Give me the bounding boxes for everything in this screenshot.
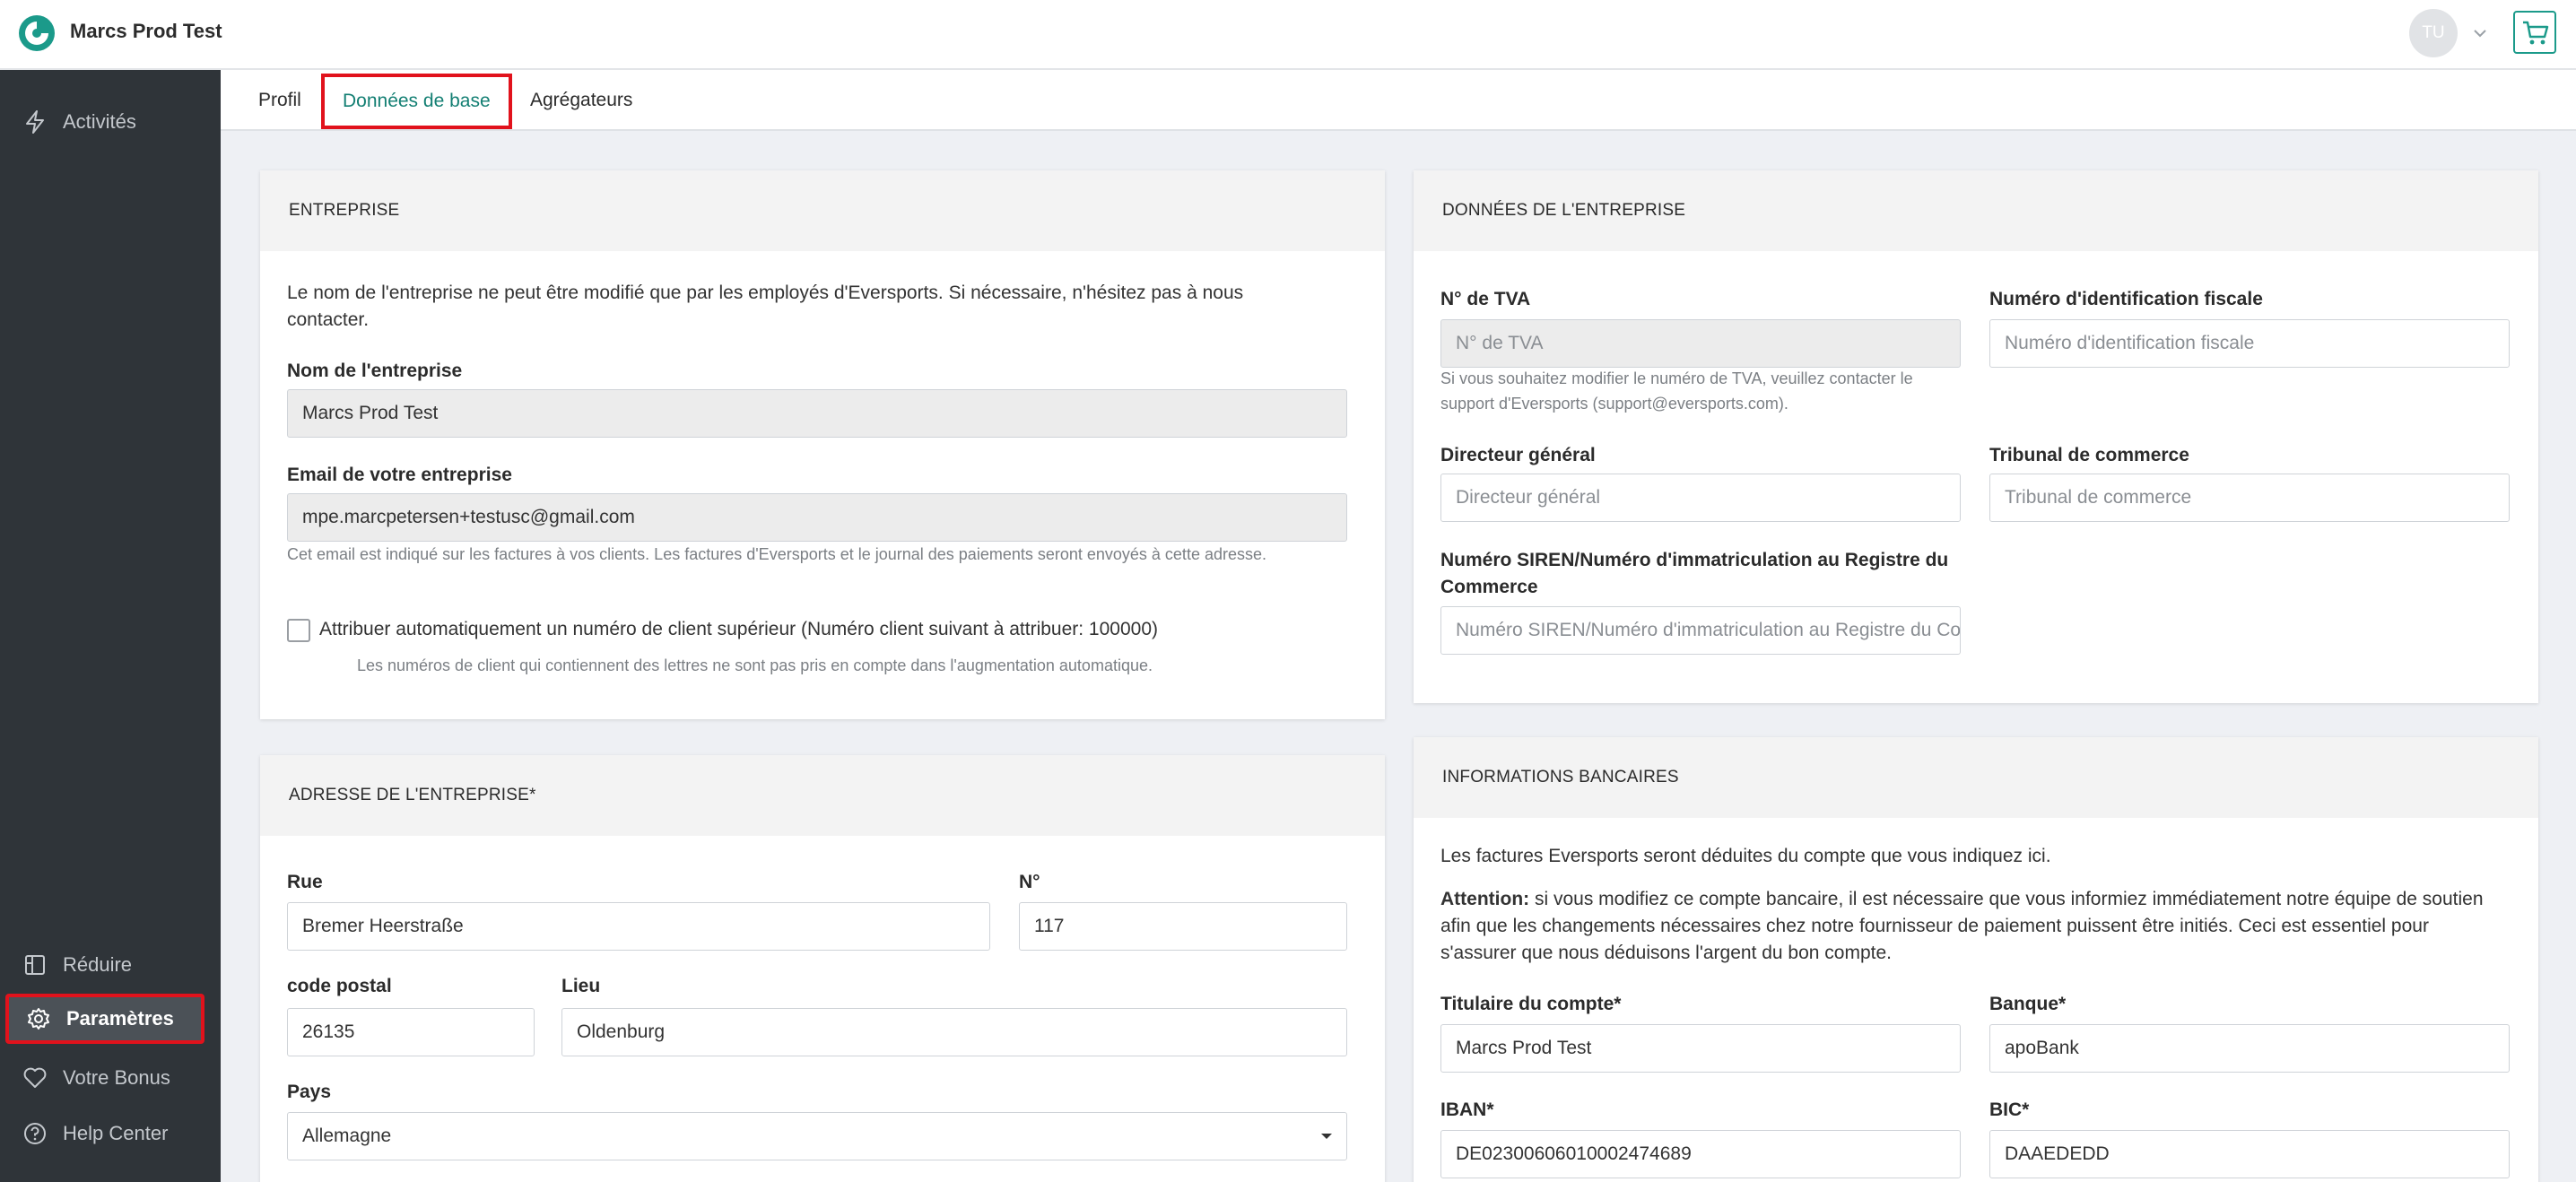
company-notice: Le nom de l'entreprise ne peut être modi…: [287, 282, 1244, 330]
gear-icon: [25, 1005, 52, 1032]
bic-label: BIC*: [1989, 1099, 2030, 1120]
account-holder-label: Titulaire du compte*: [1440, 994, 1622, 1014]
bic-input[interactable]: DAAEDEDD: [1989, 1130, 2510, 1178]
bank-name-label: Banque*: [1989, 994, 2067, 1014]
commercial-court-input[interactable]: [1989, 474, 2510, 522]
ceo-label: Directeur général: [1440, 445, 1596, 465]
sidebar-item-help-center[interactable]: Help Center: [0, 1108, 221, 1159]
tax-id-label: Numéro d'identification fiscale: [1989, 289, 2263, 309]
company-email-help: Cet email est indiqué sur les factures à…: [287, 545, 1266, 563]
auto-client-number-checkbox[interactable]: [287, 619, 310, 642]
address-card-title: ADRESSE DE L'ENTREPRISE*: [260, 755, 1385, 836]
sidebar-item-label: Paramètres: [66, 1007, 174, 1030]
country-select[interactable]: Allemagne: [287, 1112, 1347, 1160]
eversports-logo-icon[interactable]: [18, 14, 56, 52]
street-input[interactable]: Bremer Heerstraße: [287, 902, 990, 951]
heart-icon: [22, 1065, 48, 1091]
company-name-field: Marcs Prod Test: [287, 389, 1347, 438]
country-label: Pays: [287, 1082, 332, 1102]
sidebar-item-parametres[interactable]: Paramètres: [5, 994, 205, 1044]
address-card: ADRESSE DE L'ENTREPRISE* Rue Bremer Heer…: [260, 755, 1385, 1182]
company-card-title: ENTREPRISE: [260, 170, 1385, 251]
user-avatar[interactable]: TU: [2409, 9, 2458, 57]
company-card: ENTREPRISE Le nom de l'entreprise ne peu…: [260, 170, 1385, 719]
tab-profil[interactable]: Profil: [258, 70, 301, 131]
vat-input: [1440, 319, 1961, 368]
sidebar-item-activites[interactable]: Activités: [0, 97, 221, 147]
siren-label: Numéro SIREN/Numéro d'immatriculation au…: [1440, 550, 1949, 597]
bank-intro: Les factures Eversports seront déduites …: [1440, 846, 2051, 866]
cart-icon: [2523, 21, 2549, 45]
commercial-court-label: Tribunal de commerce: [1989, 445, 2189, 465]
help-circle-icon: [22, 1120, 48, 1147]
bank-card-title: INFORMATIONS BANCAIRES: [1414, 737, 2538, 818]
app-title: Marcs Prod Test: [70, 20, 222, 42]
iban-input[interactable]: DE02300606010002474689: [1440, 1130, 1961, 1178]
house-number-input[interactable]: 117: [1019, 902, 1347, 951]
country-select-value: Allemagne: [302, 1126, 392, 1146]
tab-donnees-de-base[interactable]: Données de base: [321, 74, 512, 129]
company-name-label: Nom de l'entreprise: [287, 361, 463, 381]
bank-card: INFORMATIONS BANCAIRES Les factures Ever…: [1414, 737, 2538, 1182]
tax-id-input[interactable]: [1989, 319, 2510, 368]
siren-input[interactable]: [1440, 606, 1961, 655]
iban-label: IBAN*: [1440, 1099, 1494, 1120]
sidebar-item-label: Votre Bonus: [63, 1066, 170, 1089]
zip-label: code postal: [287, 976, 392, 996]
tab-agregateurs[interactable]: Agrégateurs: [530, 70, 632, 131]
top-header: Marcs Prod Test TU: [0, 0, 2576, 70]
tab-bar: Profil Données de base Agrégateurs: [221, 70, 2576, 131]
sidebar: Activités Réduire Paramètres Votre Bonus…: [0, 70, 221, 1182]
ceo-input[interactable]: [1440, 474, 1961, 522]
company-email-label: Email de votre entreprise: [287, 465, 512, 485]
collapse-icon: [22, 952, 48, 978]
chevron-down-icon[interactable]: [2470, 23, 2490, 43]
zip-input[interactable]: 26135: [287, 1008, 535, 1056]
sidebar-item-reduire[interactable]: Réduire: [0, 940, 221, 990]
city-label: Lieu: [561, 976, 601, 996]
attention-text: si vous modifiez ce compte bancaire, il …: [1440, 889, 2484, 963]
company-data-card: DONNÉES DE L'ENTREPRISE N° de TVA Si vou…: [1414, 170, 2538, 703]
attention-label: Attention:: [1440, 889, 1530, 909]
account-holder-input[interactable]: Marcs Prod Test: [1440, 1024, 1961, 1073]
sidebar-item-label: Réduire: [63, 953, 133, 976]
bank-name-input[interactable]: apoBank: [1989, 1024, 2510, 1073]
company-data-card-title: DONNÉES DE L'ENTREPRISE: [1414, 170, 2538, 251]
street-label: Rue: [287, 872, 323, 892]
auto-client-number-help: Les numéros de client qui contiennent de…: [357, 656, 1153, 674]
bank-attention-notice: Attention: si vous modifiez ce compte ba…: [1440, 886, 2508, 967]
vat-help: Si vous souhaitez modifier le numéro de …: [1440, 369, 1913, 413]
sidebar-item-votre-bonus[interactable]: Votre Bonus: [0, 1053, 221, 1103]
city-input[interactable]: Oldenburg: [561, 1008, 1347, 1056]
sidebar-item-label: Help Center: [63, 1122, 169, 1144]
lightning-icon: [22, 109, 48, 135]
sidebar-item-label: Activités: [63, 110, 136, 133]
caret-down-icon: [1321, 1134, 1332, 1139]
vat-label: N° de TVA: [1440, 289, 1531, 309]
cart-button[interactable]: [2513, 11, 2556, 54]
house-number-label: N°: [1019, 872, 1040, 892]
auto-client-number-label[interactable]: Attribuer automatiquement un numéro de c…: [319, 616, 1158, 643]
company-email-field: mpe.marcpetersen+testusc@gmail.com: [287, 493, 1347, 542]
